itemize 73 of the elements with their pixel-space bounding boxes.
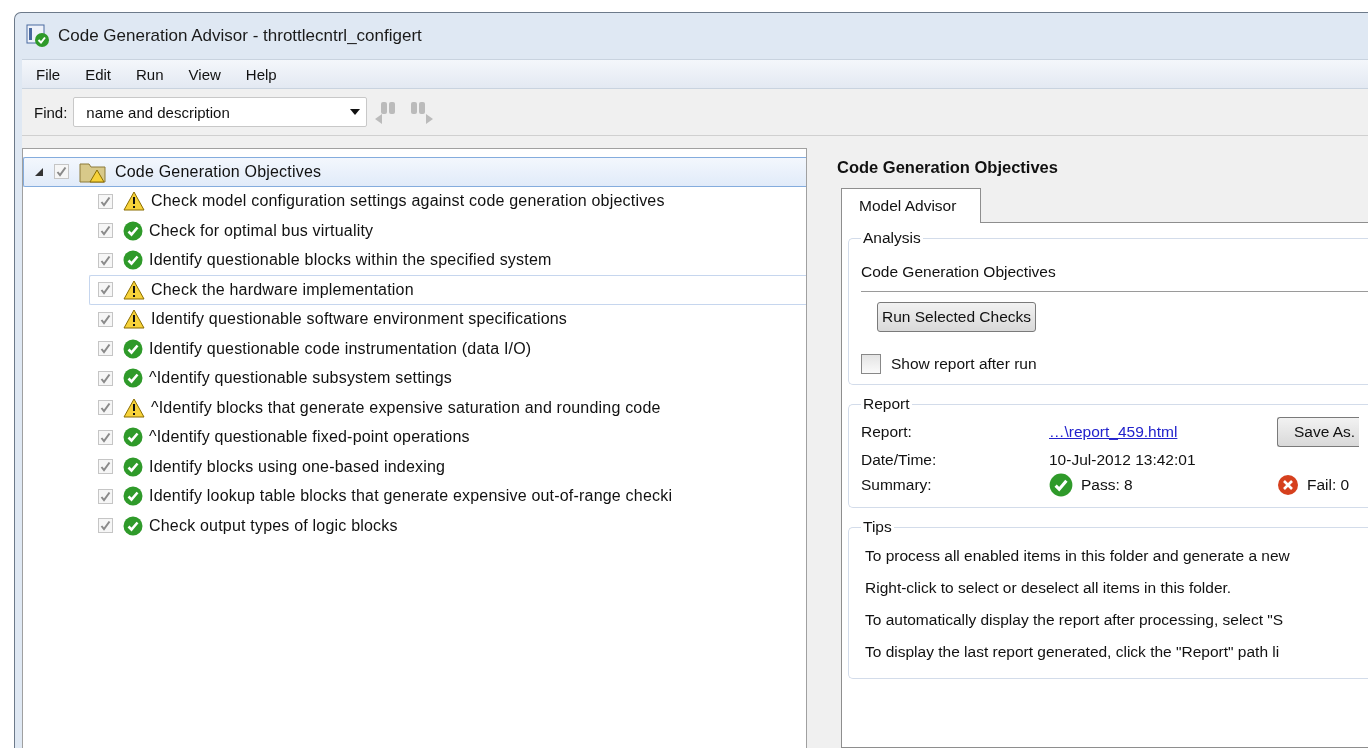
check-icon (123, 515, 143, 536)
checkbox[interactable] (98, 429, 113, 445)
tree-item[interactable]: Check for optimal bus virtuality (89, 216, 806, 246)
check-icon (1049, 473, 1073, 497)
tree-item[interactable]: Check the hardware implementation (89, 275, 806, 305)
report-link[interactable]: …\report_459.html (1049, 423, 1277, 441)
warning-icon (123, 397, 145, 418)
find-dropdown[interactable]: name and description (73, 97, 368, 127)
warning-icon (123, 279, 145, 300)
checkbox[interactable] (861, 354, 881, 374)
tree-item[interactable]: Identify lookup table blocks that generate expensive out-of-range checki (89, 481, 806, 511)
tip-text: To display the last report generated, click the "Report" path li (864, 642, 1281, 662)
checkbox[interactable] (54, 164, 69, 180)
group-title: Analysis (862, 229, 922, 247)
field-label: Date/Time: (861, 451, 938, 469)
save-as-button[interactable]: Save As. (1277, 417, 1360, 447)
check-icon (123, 250, 143, 271)
find-label: Find: (34, 103, 68, 121)
expand-toggle-icon[interactable] (34, 166, 44, 177)
group-title: Tips (862, 518, 893, 536)
fail-count: Fail: 0 (1307, 476, 1350, 494)
tree-item[interactable]: Check output types of logic blocks (89, 511, 806, 541)
tree-item[interactable]: Code Generation Objectives (23, 157, 806, 187)
field-label: Summary: (861, 476, 933, 494)
tree-item[interactable]: ^Identify questionable fixed-point operations (89, 422, 806, 452)
tree-item[interactable]: Check model configuration settings against code generation objectives (89, 186, 806, 216)
tip-text: Right-click to select or deselect all items in this folder. (864, 578, 1233, 598)
date-time-value: 10-Jul-2012 13:42:01 (1049, 451, 1197, 469)
check-icon (123, 427, 143, 448)
tree-item[interactable]: ^Identify questionable subsystem settings (89, 363, 806, 393)
tip-text: To process all enabled items in this folder and generate a new (864, 546, 1291, 566)
checkbox[interactable] (98, 400, 113, 416)
checkbox[interactable] (98, 341, 113, 357)
menu-item[interactable]: Help (231, 65, 288, 83)
checkbox[interactable] (98, 282, 113, 298)
tree-item[interactable]: Identify questionable blocks within the specified system (89, 245, 806, 275)
dropdown-caret-icon[interactable] (350, 109, 361, 115)
checkbox[interactable] (98, 311, 113, 327)
tab[interactable]: Model Advisor (841, 188, 982, 223)
warning-icon (123, 309, 145, 330)
checkbox[interactable] (98, 518, 113, 534)
menu-item[interactable]: View (174, 65, 232, 83)
window-title: Code Generation Advisor - throttlecntrl_configert (58, 26, 422, 46)
tree-item[interactable]: ^Identify blocks that generate expensive saturation and rounding code (89, 393, 806, 423)
check-icon (123, 456, 143, 477)
checkbox[interactable] (98, 223, 113, 239)
detail-title: Code Generation Objectives (837, 157, 1059, 178)
tree-item[interactable]: Identify questionable code instrumentation (data I/O) (89, 334, 806, 364)
menu-item[interactable]: File (22, 65, 72, 83)
tip-text: To automatically display the report after processing, select "S (864, 610, 1285, 630)
checkbox[interactable] (98, 488, 113, 504)
group-title: Report (862, 395, 911, 413)
checkbox[interactable] (98, 252, 113, 268)
check-icon (123, 220, 143, 241)
menu-item[interactable]: Run (122, 65, 175, 83)
tree-item[interactable]: Identify blocks using one-based indexing (89, 452, 806, 482)
check-icon (123, 368, 143, 389)
error-icon (1277, 474, 1299, 496)
field-label: Report: (861, 423, 913, 441)
checkbox[interactable] (98, 459, 113, 475)
app-icon (26, 24, 50, 48)
run-checks-button[interactable]: Run Selected Checks (877, 302, 1037, 332)
checkbox[interactable] (98, 193, 113, 209)
pass-count: Pass: 8 (1081, 476, 1133, 494)
folder-warning-icon (79, 160, 109, 183)
folder-name: Code Generation Objectives (861, 263, 1057, 281)
tree-item[interactable]: Identify questionable software environment specifications (89, 304, 806, 334)
menu-item[interactable]: Edit (71, 65, 123, 83)
check-icon (123, 486, 143, 507)
warning-icon (123, 191, 145, 212)
checkbox[interactable] (98, 370, 113, 386)
checkbox-label: Show report after run (891, 355, 1037, 373)
check-icon (123, 338, 143, 359)
